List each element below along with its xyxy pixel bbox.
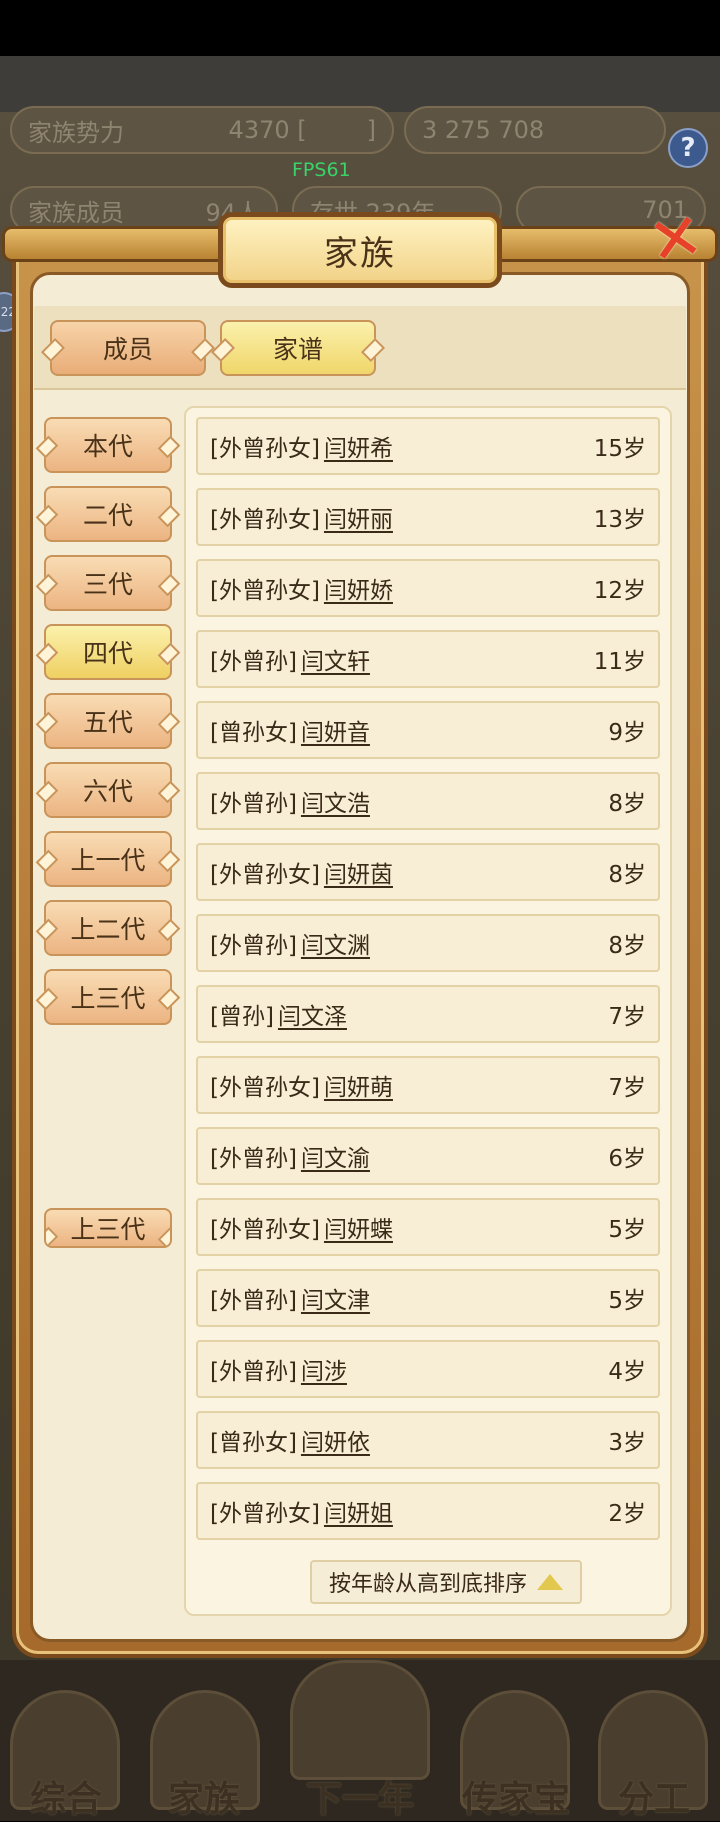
member-name-link[interactable]: 闫文渊 [301, 926, 370, 960]
member-name-link[interactable]: 闫文泽 [278, 997, 347, 1031]
gen-button-6[interactable]: 六代 [44, 762, 172, 818]
top-strip [0, 56, 720, 112]
member-age: 5岁 [608, 1288, 646, 1314]
gen-button-4[interactable]: 四代 [44, 624, 172, 680]
list-item[interactable]: [外曾孙女] 闫妍蝶 5岁 [196, 1198, 660, 1256]
relation-label: [外曾孙女] [210, 1501, 320, 1527]
list-item[interactable]: [外曾孙女] 闫妍娇 12岁 [196, 559, 660, 617]
member-age: 15岁 [593, 436, 646, 462]
member-age: 13岁 [593, 507, 646, 533]
relation-label: [曾孙女] [210, 1430, 297, 1456]
nav-overview-label: 综合 [29, 1779, 102, 1820]
list-item[interactable]: [外曾孙女] 闫妍希 15岁 [196, 417, 660, 475]
relation-label: [外曾孙女] [210, 1217, 320, 1243]
relation-label: [外曾孙女] [210, 436, 320, 462]
member-age: 11岁 [593, 649, 646, 675]
gen-button-up-1[interactable]: 上一代 [44, 831, 172, 887]
list-item[interactable]: [外曾孙] 闫文轩 11岁 [196, 630, 660, 688]
relation-label: [外曾孙女] [210, 578, 320, 604]
member-age: 8岁 [608, 933, 646, 959]
list-item[interactable]: [外曾孙女] 闫妍萌 7岁 [196, 1056, 660, 1114]
list-item[interactable]: [外曾孙] 闫文渝 6岁 [196, 1127, 660, 1185]
relation-label: [外曾孙] [210, 1146, 297, 1172]
relation-label: [外曾孙] [210, 791, 297, 817]
member-name-link[interactable]: 闫妍姐 [324, 1494, 393, 1528]
family-power-value: 4370 [ [228, 116, 307, 144]
member-age: 12岁 [593, 578, 646, 604]
member-name-link[interactable]: 闫文轩 [301, 642, 370, 676]
sort-by-age-button[interactable]: 按年龄从高到底排序 [310, 1560, 582, 1604]
member-age: 3岁 [608, 1430, 646, 1456]
nav-heirloom-label: 传家宝 [461, 1779, 570, 1820]
member-age: 8岁 [608, 791, 646, 817]
tab-genealogy[interactable]: 家谱 [220, 320, 376, 376]
relation-label: [外曾孙] [210, 649, 297, 675]
relation-label: [外曾孙女] [210, 507, 320, 533]
family-power-bracket: ] [366, 116, 376, 144]
member-age: 7岁 [608, 1075, 646, 1101]
member-name-link[interactable]: 闫妍娇 [324, 571, 393, 605]
nav-next-year-label: 下一年 [305, 1779, 414, 1820]
member-name-link[interactable]: 闫妍希 [324, 429, 393, 463]
member-age: 2岁 [608, 1501, 646, 1527]
member-name-link[interactable]: 闫文津 [301, 1281, 370, 1315]
relation-label: [外曾孙] [210, 933, 297, 959]
member-name-link[interactable]: 闫妍蝶 [324, 1210, 393, 1244]
member-name-link[interactable]: 闫妍萌 [324, 1068, 393, 1102]
sort-label: 按年龄从高到底排序 [328, 1572, 527, 1597]
relation-label: [曾孙女] [210, 720, 297, 746]
member-name-link[interactable]: 闫妍音 [301, 713, 370, 747]
list-item[interactable]: [曾孙] 闫文泽 7岁 [196, 985, 660, 1043]
gen-button-3[interactable]: 三代 [44, 555, 172, 611]
list-item[interactable]: [曾孙女] 闫妍依 3岁 [196, 1411, 660, 1469]
member-name-link[interactable]: 闫涉 [301, 1352, 347, 1386]
list-item[interactable]: [外曾孙] 闫文浩 8岁 [196, 772, 660, 830]
member-age: 7岁 [608, 1004, 646, 1030]
family-power-pill: 家族势力 4370 [ ] [10, 106, 394, 154]
gen-button-2[interactable]: 二代 [44, 486, 172, 542]
gen-button-up-3[interactable]: 上三代 [44, 969, 172, 1025]
tab-members[interactable]: 成员 [50, 320, 206, 376]
member-age: 9岁 [608, 720, 646, 746]
member-name-link[interactable]: 闫妍依 [301, 1423, 370, 1457]
resources-pill: 3 275 708 [404, 106, 666, 154]
relation-label: [外曾孙] [210, 1359, 297, 1385]
member-age: 5岁 [608, 1217, 646, 1243]
member-name-link[interactable]: 闫妍丽 [324, 500, 393, 534]
triangle-up-icon [537, 1574, 563, 1590]
gen-button-5[interactable]: 五代 [44, 693, 172, 749]
member-name-link[interactable]: 闫文渝 [301, 1139, 370, 1173]
gen-button-up-2[interactable]: 上二代 [44, 900, 172, 956]
list-item[interactable]: [外曾孙] 闫文津 5岁 [196, 1269, 660, 1327]
member-age: 8岁 [608, 862, 646, 888]
member-name-link[interactable]: 闫妍茵 [324, 855, 393, 889]
list-item[interactable]: [外曾孙] 闫涉 4岁 [196, 1340, 660, 1398]
list-item[interactable]: [外曾孙女] 闫妍丽 13岁 [196, 488, 660, 546]
dialog-title: 家族 [218, 212, 502, 288]
help-icon[interactable]: ? [668, 128, 708, 168]
relation-label: [外曾孙女] [210, 862, 320, 888]
fps-counter: FPS61 [292, 159, 351, 181]
gen-button-ghost: 上三代 [44, 1208, 172, 1248]
status-bar [0, 0, 720, 56]
nav-division-label: 分工 [617, 1779, 690, 1820]
gen-button-current[interactable]: 本代 [44, 417, 172, 473]
member-age: 4岁 [608, 1359, 646, 1385]
nav-next-year-button[interactable] [290, 1660, 430, 1780]
family-members-label: 家族成员 [28, 198, 124, 227]
list-item[interactable]: [曾孙女] 闫妍音 9岁 [196, 701, 660, 759]
relation-label: [外曾孙女] [210, 1075, 320, 1101]
member-age: 6岁 [608, 1146, 646, 1172]
list-item[interactable]: [外曾孙] 闫文渊 8岁 [196, 914, 660, 972]
close-button[interactable]: ✕ [639, 199, 713, 281]
list-item[interactable]: [外曾孙女] 闫妍茵 8岁 [196, 843, 660, 901]
nav-family-label: 家族 [167, 1779, 240, 1820]
resources-value: 3 275 708 [422, 116, 545, 144]
member-name-link[interactable]: 闫文浩 [301, 784, 370, 818]
family-power-label: 家族势力 [28, 118, 124, 147]
relation-label: [曾孙] [210, 1004, 274, 1030]
list-item[interactable]: [外曾孙女] 闫妍姐 2岁 [196, 1482, 660, 1540]
relation-label: [外曾孙] [210, 1288, 297, 1314]
title-wing-left [2, 226, 222, 262]
